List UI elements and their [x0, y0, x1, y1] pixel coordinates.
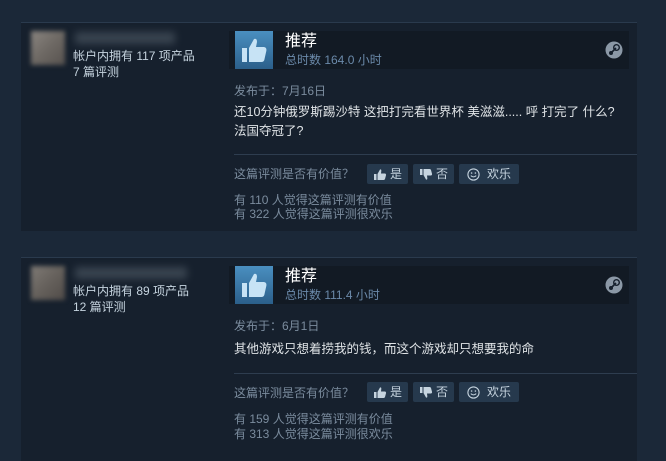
vote-no-button[interactable]: 否 [413, 382, 455, 402]
vote-header: 推荐 总时数 164.0 小时 [229, 31, 629, 69]
helpful-count: 有 159 人觉得这篇评测有价值 [234, 412, 393, 426]
vote-funny-button[interactable]: 欢乐 [459, 164, 520, 184]
playtime: 总时数 164.0 小时 [285, 53, 382, 67]
reviewer-name-blurred[interactable] [75, 32, 175, 44]
smiley-icon [467, 167, 480, 181]
vote-no-label: 否 [436, 385, 449, 399]
helpful-count: 有 110 人觉得这篇评测有价值 [234, 193, 392, 207]
thumbs-down-icon [420, 386, 433, 398]
thumbs-up-icon [235, 31, 273, 69]
reviewer-stats: 帐户内拥有 117 项产品 7 篇评测 [73, 48, 195, 80]
vote-yes-button[interactable]: 是 [367, 164, 409, 184]
reviewer-stats: 帐户内拥有 89 项产品 12 篇评测 [73, 283, 189, 315]
funny-count: 有 322 人觉得这篇评测很欢乐 [234, 207, 393, 221]
steam-logo-icon [605, 41, 623, 64]
review-count[interactable]: 7 篇评测 [73, 64, 195, 80]
thumbs-up-icon [374, 168, 387, 180]
vote-no-button[interactable]: 否 [413, 164, 455, 184]
reviewer-name-blurred[interactable] [75, 267, 187, 279]
verdict-title[interactable]: 推荐 [285, 267, 317, 287]
posted-date: 发布于：6月1日 [234, 319, 320, 333]
owned-products[interactable]: 帐户内拥有 89 项产品 [73, 283, 189, 299]
review-card: 帐户内拥有 117 项产品 7 篇评测 推荐 总时数 164.0 小时 发布于：… [21, 22, 637, 231]
vote-yes-label: 是 [390, 167, 403, 181]
vote-funny-label: 欢乐 [487, 167, 512, 181]
reviewer-info: 帐户内拥有 117 项产品 7 篇评测 [21, 23, 221, 231]
funny-count: 有 313 人觉得这篇评测很欢乐 [234, 427, 393, 441]
vote-header: 推荐 总时数 111.4 小时 [229, 266, 629, 304]
vote-yes-label: 是 [390, 385, 403, 399]
owned-products[interactable]: 帐户内拥有 117 项产品 [73, 48, 195, 64]
vote-yes-button[interactable]: 是 [367, 382, 409, 402]
review-content: 还10分钟俄罗斯踢沙特 这把打完看世界杯 美滋滋..... 呼 打完了 什么?法… [234, 105, 615, 138]
review-card: 帐户内拥有 89 项产品 12 篇评测 推荐 总时数 111.4 小时 发布于：… [21, 257, 637, 461]
divider [234, 154, 637, 155]
posted-date: 发布于：7月16日 [234, 84, 327, 98]
playtime: 总时数 111.4 小时 [285, 288, 380, 302]
divider [234, 373, 637, 374]
thumbs-up-icon [235, 266, 273, 304]
smiley-icon [467, 385, 480, 399]
avatar[interactable] [31, 266, 65, 300]
helpful-question: 这篇评测是否有价值？ [234, 386, 355, 400]
vote-funny-button[interactable]: 欢乐 [459, 382, 520, 402]
steam-logo-icon [605, 276, 623, 299]
thumbs-down-icon [420, 168, 433, 180]
reviewer-info: 帐户内拥有 89 项产品 12 篇评测 [21, 258, 221, 461]
avatar[interactable] [31, 31, 65, 65]
vote-no-label: 否 [436, 167, 449, 181]
review-count[interactable]: 12 篇评测 [73, 299, 189, 315]
vote-funny-label: 欢乐 [487, 385, 512, 399]
review-content: 其他游戏只想着捞我的钱，而这个游戏却只想要我的命 [234, 342, 535, 356]
thumbs-up-icon [374, 386, 387, 398]
verdict-title[interactable]: 推荐 [285, 32, 317, 52]
helpful-question: 这篇评测是否有价值？ [234, 167, 355, 181]
